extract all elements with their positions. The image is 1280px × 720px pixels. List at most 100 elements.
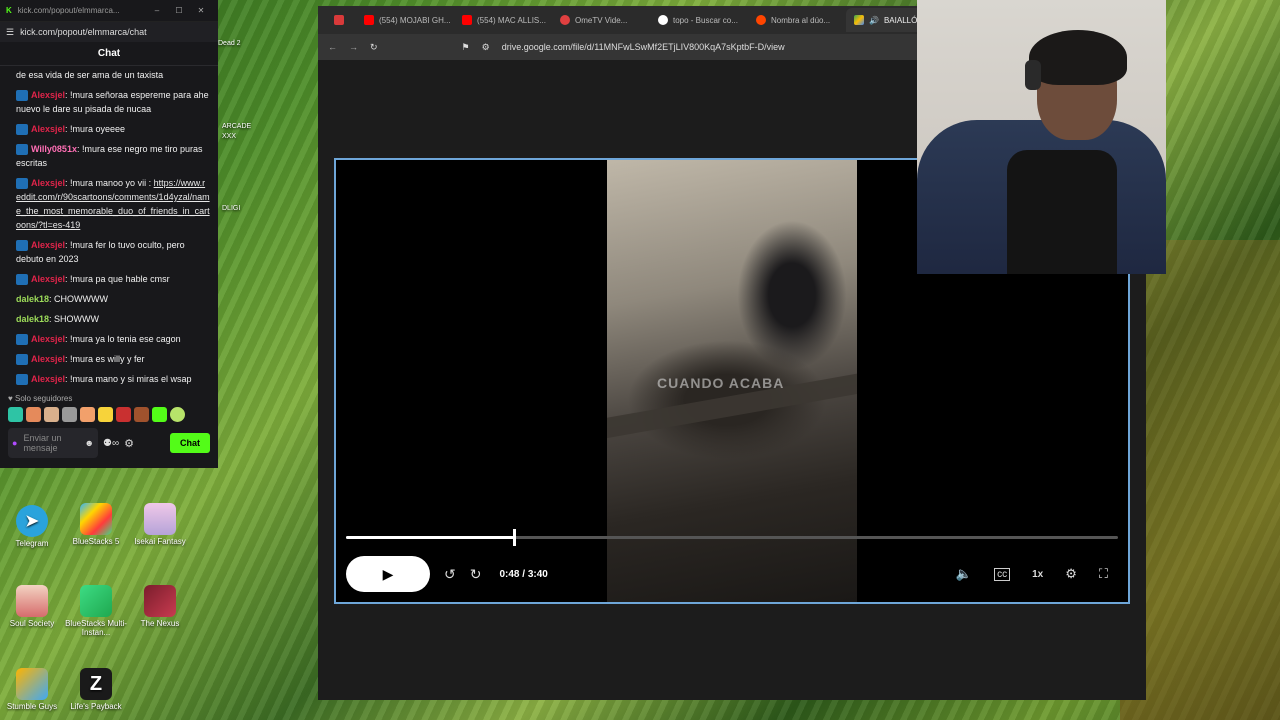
chat-username[interactable]: dalek18 [16,294,49,304]
emote-icon[interactable] [170,407,185,422]
chat-username[interactable]: dalek18 [16,314,49,324]
emote-bar [8,407,210,422]
emote-icon[interactable] [26,407,41,422]
minimize-icon[interactable]: – [146,6,168,15]
chat-username[interactable]: Alexsjel [31,374,65,384]
desktop-icon-label: Life's Payback [70,702,122,711]
chat-username[interactable]: Alexsjel [31,240,65,250]
emote-icon[interactable] [152,407,167,422]
player-controls-left: ▶ ↺ ↻ 0:48 / 3:40 [346,556,548,592]
emote-icon[interactable] [62,407,77,422]
emote-icon[interactable] [134,407,149,422]
followers-only-notice: ♥ Solo seguidores [8,394,210,403]
chat-message-text: : CHOWWWW [49,294,109,304]
close-icon[interactable]: ✕ [190,6,212,15]
emote-icon[interactable] [8,407,23,422]
tab-ometv[interactable]: OmeTV Vide... [552,8,648,32]
heart-icon: ♥ [8,394,13,403]
reload-icon[interactable]: ↻ [370,42,378,53]
tab-title: (554) MAC ALLIS... [477,15,546,25]
chat-message: Alexsjel: !mura mano y si miras el wsap [16,372,210,386]
chat-username[interactable]: Alexsjel [31,178,65,188]
back-icon[interactable]: ← [328,42,337,52]
desktop-partial-label[interactable]: DLIGI [222,205,262,212]
tab-youtube-1[interactable]: (554) MOJABI GH... [356,8,452,32]
drive-icon [854,15,864,25]
chat-message: Alexsjel: !mura oyeeee [16,122,210,136]
progress-handle[interactable] [513,529,517,546]
chat-username[interactable]: Alexsjel [31,90,65,100]
emote-icon[interactable] [80,407,95,422]
settings-gear-icon[interactable]: ⚙ [124,437,134,450]
site-info-icon[interactable]: ⚙ [482,42,490,53]
emote-icon[interactable] [44,407,59,422]
subscriber-badge-icon [16,354,28,366]
tab-youtube-2[interactable]: (554) MAC ALLIS... [454,8,550,32]
tab-google-search[interactable]: topo - Buscar co... [650,8,746,32]
chat-url[interactable]: kick.com/popout/elmmarca/chat [20,27,147,37]
progress-bar[interactable] [346,529,1118,546]
site-settings-icon[interactable]: ☰ [6,27,14,38]
maximize-icon[interactable]: ☐ [168,6,190,15]
desktop-icon-bluestacks[interactable]: BlueStacks 5 [61,503,131,546]
subscriber-badge-icon [16,90,28,102]
bookmark-icon[interactable]: ⚑ [462,42,470,53]
desktop-icon-isekai-fantasy[interactable]: Isekai Fantasy [125,503,195,546]
webcam-person-shirt [1007,150,1117,274]
captions-icon[interactable]: cc [994,567,1011,581]
chat-username[interactable]: Alexsjel [31,334,65,344]
chat-input-placeholder: Enviar un mensaje [23,433,62,453]
chat-urlbar: ☰ kick.com/popout/elmmarca/chat [0,22,218,42]
subscriber-badge-icon [16,374,28,386]
users-icon[interactable]: ⚉∞ [103,438,119,449]
video-watermark: CUANDO ACABA [657,375,785,391]
webcam-person-hair [1029,30,1127,85]
desktop-icon-lifes-payback[interactable]: Z Life's Payback [61,668,131,711]
chat-username[interactable]: Alexsjel [31,354,65,364]
desktop-icon-bluestacks-multi[interactable]: BlueStacks Multi-Instan... [61,585,131,637]
chat-message-text: : !mura es willy y fer [65,354,145,364]
fullscreen-icon[interactable]: ⛶ [1099,566,1108,582]
chat-send-button[interactable]: Chat [170,433,210,453]
chat-username[interactable]: Alexsjel [31,274,65,284]
chat-username[interactable]: Willy0851x [31,144,77,154]
desktop-partial-label[interactable]: ARCADE [222,123,262,130]
chat-message-text: : !mura mano y si miras el wsap [65,374,192,384]
forward-icon[interactable]: → [349,42,358,52]
microphone-icon[interactable]: ● [12,438,17,448]
tab-reddit[interactable]: Nombra al dúo... [748,8,844,32]
duration: 3:40 [527,568,548,580]
chat-message: dalek18: CHOWWWW [16,292,210,306]
playback-speed-button[interactable]: 1x [1032,569,1043,580]
chat-message-input[interactable]: ● Enviar un mensaje ☻ [8,428,98,458]
chat-username[interactable]: Alexsjel [31,124,65,134]
desktop-icon-label: The Nexus [140,619,180,628]
youtube-icon [364,15,374,25]
tab-title: (554) MOJABI GH... [379,15,451,25]
tab-pinned[interactable] [326,8,354,32]
youtube-icon [462,15,472,25]
emoji-icon[interactable]: ☻ [85,438,94,448]
emote-icon[interactable] [98,407,113,422]
desktop-icon-stumble-guys[interactable]: Stumble Guys [0,668,67,711]
emote-icon[interactable] [116,407,131,422]
webcam-overlay [917,0,1166,274]
current-time: 0:48 [499,568,520,580]
reddit-icon [756,15,766,25]
rewind-10-icon[interactable]: ↺ [444,566,456,583]
desktop-icon-the-nexus[interactable]: The Nexus [125,585,195,628]
play-button[interactable]: ▶ [346,556,430,592]
desktop-icon-label: BlueStacks Multi-Instan... [65,619,127,637]
desktop-icon-soul-society[interactable]: Soul Society [0,585,67,628]
desktop-partial-label[interactable]: XXX [222,133,262,140]
desktop-icon-telegram[interactable]: ➤ Telegram [0,505,67,548]
desktop-partial-label[interactable]: Dead 2 [218,40,258,47]
pinned-tab-icon [334,15,344,25]
subscriber-badge-icon [16,178,28,190]
isekai-fantasy-icon [144,503,176,535]
chat-message-list[interactable]: de esa vida de ser ama de un taxista Ale… [0,66,218,396]
settings-gear-icon[interactable]: ⚙ [1065,566,1077,582]
forward-10-icon[interactable]: ↻ [470,566,482,583]
the-nexus-icon [144,585,176,617]
volume-icon[interactable]: 🔈 [956,566,972,582]
